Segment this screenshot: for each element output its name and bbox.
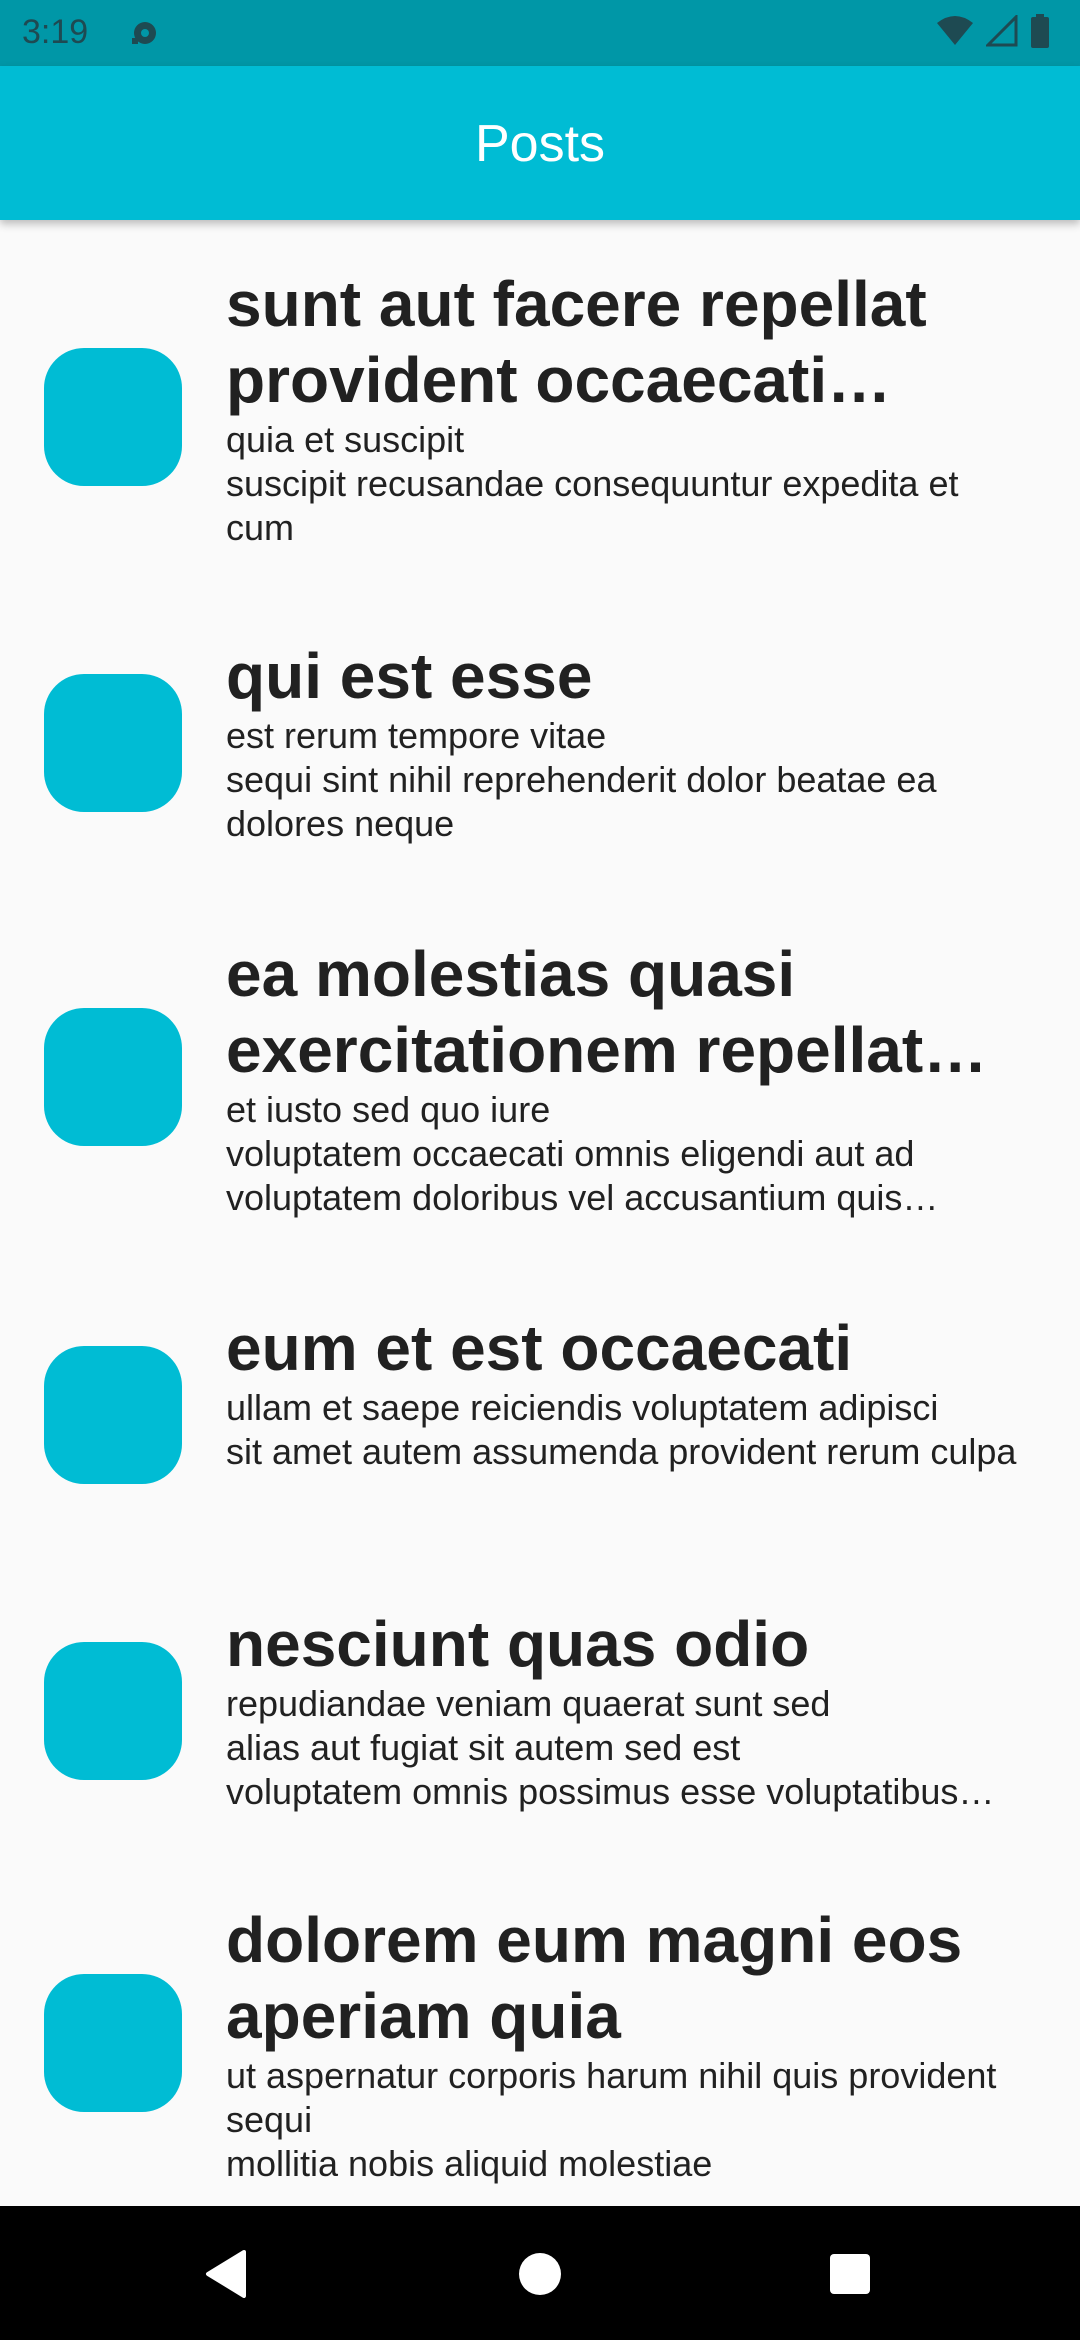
post-body: ullam et saepe reiciendis voluptatem adi…	[226, 1387, 1017, 1472]
recents-button[interactable]	[810, 2234, 890, 2314]
post-texts: dolorem eum magni eos aperiam quia ut as…	[226, 1902, 1032, 2186]
status-icons	[936, 14, 1050, 48]
post-body: ut aspernatur corporis harum nihil quis …	[226, 2055, 997, 2184]
post-title: qui est esse	[226, 640, 593, 712]
post-avatar	[44, 1008, 182, 1146]
home-icon	[519, 2253, 561, 2295]
home-button[interactable]	[500, 2234, 580, 2314]
post-title: dolorem eum magni eos aperiam quia	[226, 1904, 963, 2052]
post-avatar	[44, 1974, 182, 2112]
post-avatar	[44, 674, 182, 812]
post-body: est rerum tempore vitae sequi sint nihil…	[226, 715, 937, 844]
wifi-icon	[937, 16, 973, 45]
post-title: ea molestias quasi exercitationem repell…	[226, 938, 924, 1086]
post-avatar	[44, 1346, 182, 1484]
post-texts: qui est esse est rerum tempore vitae seq…	[226, 638, 1032, 846]
post-texts: ea molestias quasi exercitationem repell…	[226, 936, 1032, 1220]
status-time: 3:19	[22, 13, 89, 51]
app-bar: Posts	[0, 66, 1080, 220]
signal-icon	[986, 15, 1018, 47]
status-bar: 3:19	[0, 0, 1080, 66]
post-avatar	[44, 348, 182, 486]
back-icon	[206, 2250, 246, 2298]
post-body: repudiandae veniam quaerat sunt sed alia…	[226, 1683, 959, 1812]
post-texts: sunt aut facere repellat provident occae…	[226, 266, 1032, 550]
post-list[interactable]: sunt aut facere repellat provident occae…	[0, 220, 1080, 2206]
post-avatar	[44, 1642, 182, 1780]
post-title: eum et est occaecati	[226, 1312, 853, 1384]
back-button[interactable]	[186, 2234, 266, 2314]
post-body: quia et suscipit suscipit recusandae con…	[226, 419, 959, 548]
notification-icon	[132, 22, 156, 44]
post-title: sunt aut facere repellat provident occae…	[226, 268, 927, 416]
navigation-bar	[0, 2206, 1080, 2340]
post-body: et iusto sed quo iure voluptatem occaeca…	[226, 1089, 915, 1218]
battery-icon	[1031, 14, 1049, 48]
post-title: nesciunt quas odio	[226, 1608, 810, 1680]
post-texts: eum et est occaecati ullam et saepe reic…	[226, 1310, 1032, 1474]
post-texts: nesciunt quas odio repudiandae veniam qu…	[226, 1606, 1032, 1814]
recents-icon	[830, 2254, 870, 2294]
page-title: Posts	[474, 115, 606, 173]
